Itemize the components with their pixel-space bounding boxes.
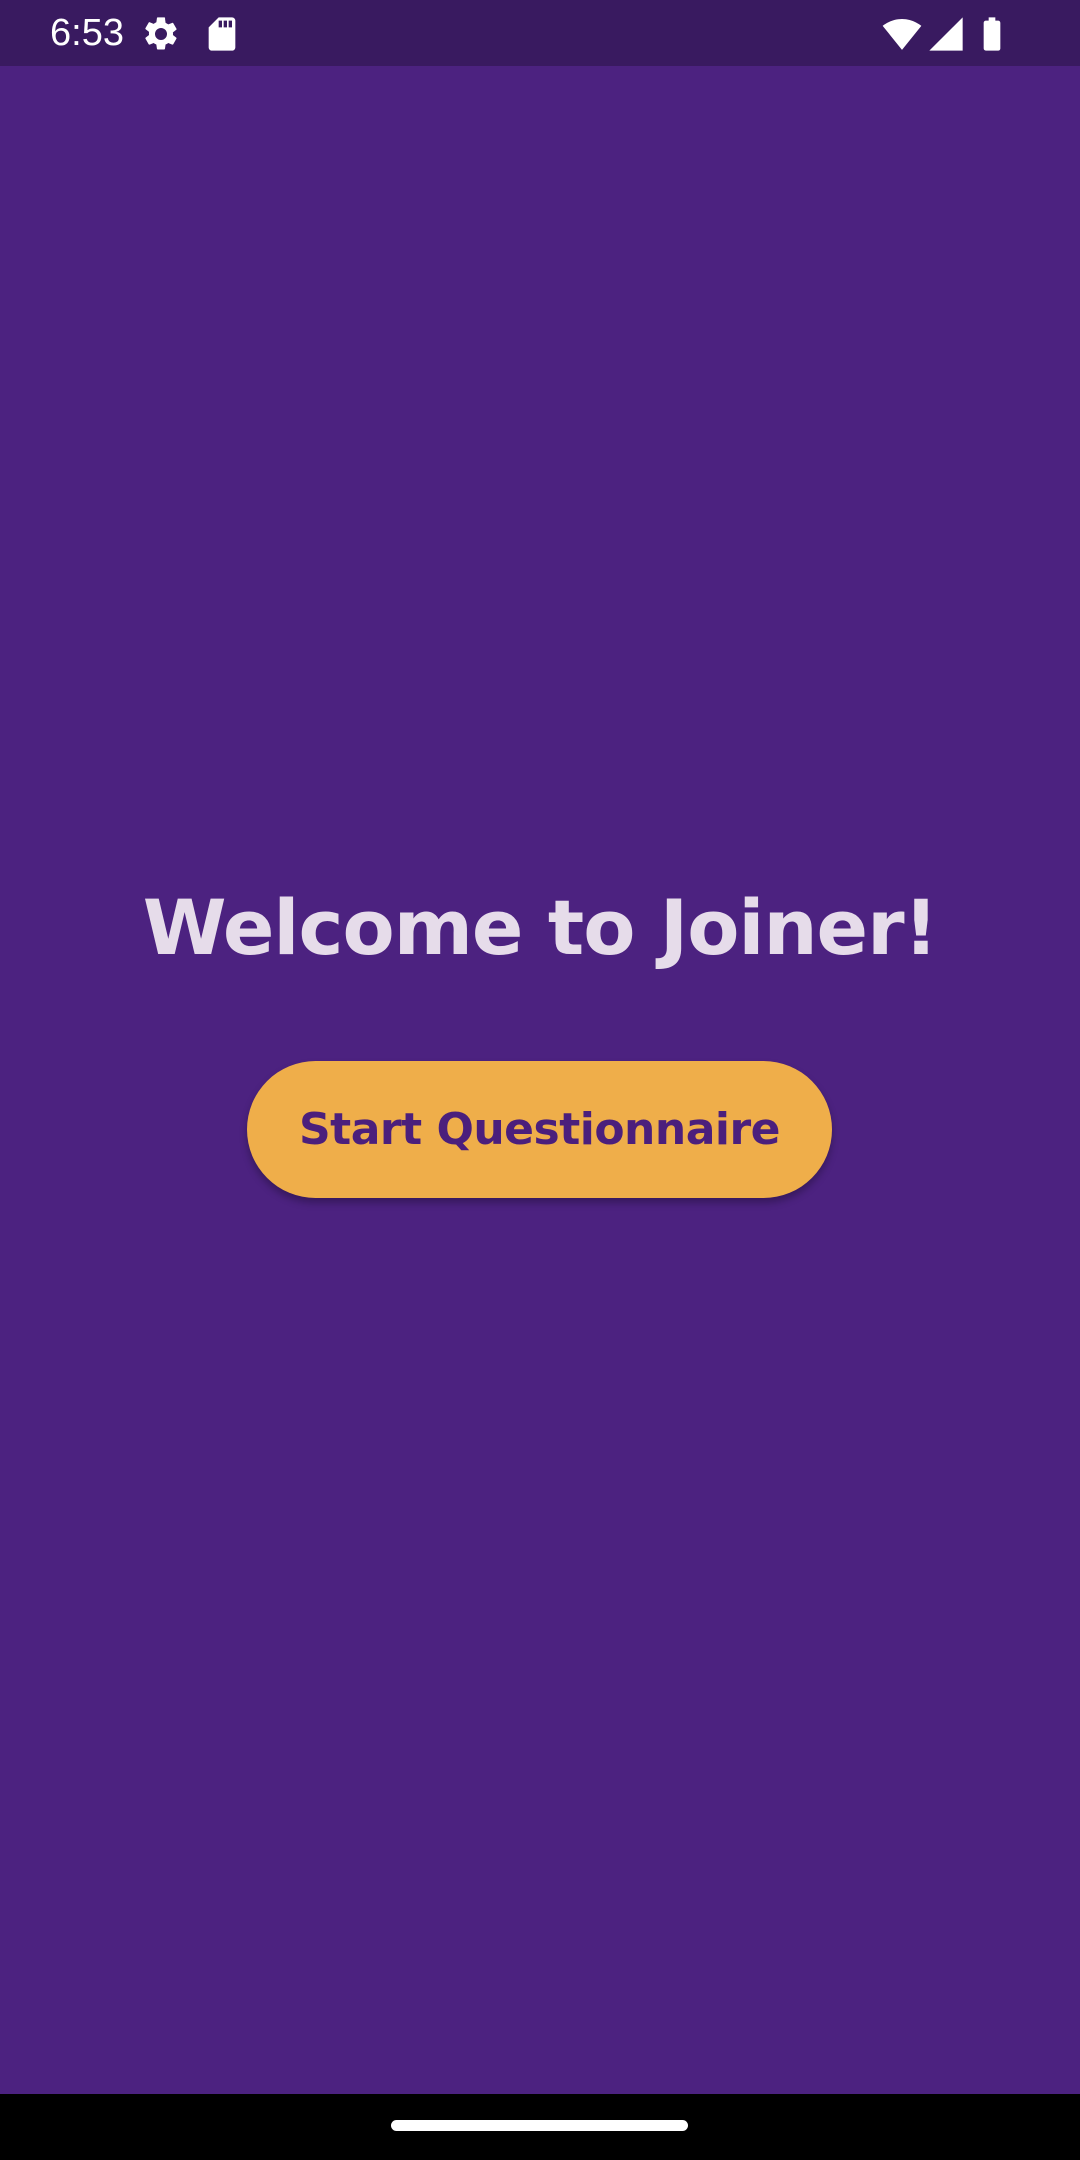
- start-questionnaire-button[interactable]: Start Questionnaire: [247, 1061, 832, 1198]
- settings-icon: [145, 17, 177, 50]
- home-indicator[interactable]: [391, 2120, 688, 2131]
- status-time: 6:53: [50, 12, 124, 54]
- battery-icon: [983, 17, 1001, 51]
- sd-card-icon: [208, 17, 236, 51]
- cell-signal-icon: [929, 17, 963, 51]
- wifi-icon: [882, 19, 922, 50]
- navigation-bar: [0, 2094, 1080, 2160]
- welcome-title: Welcome to Joiner!: [142, 883, 939, 972]
- status-bar: 6:53: [0, 0, 1080, 66]
